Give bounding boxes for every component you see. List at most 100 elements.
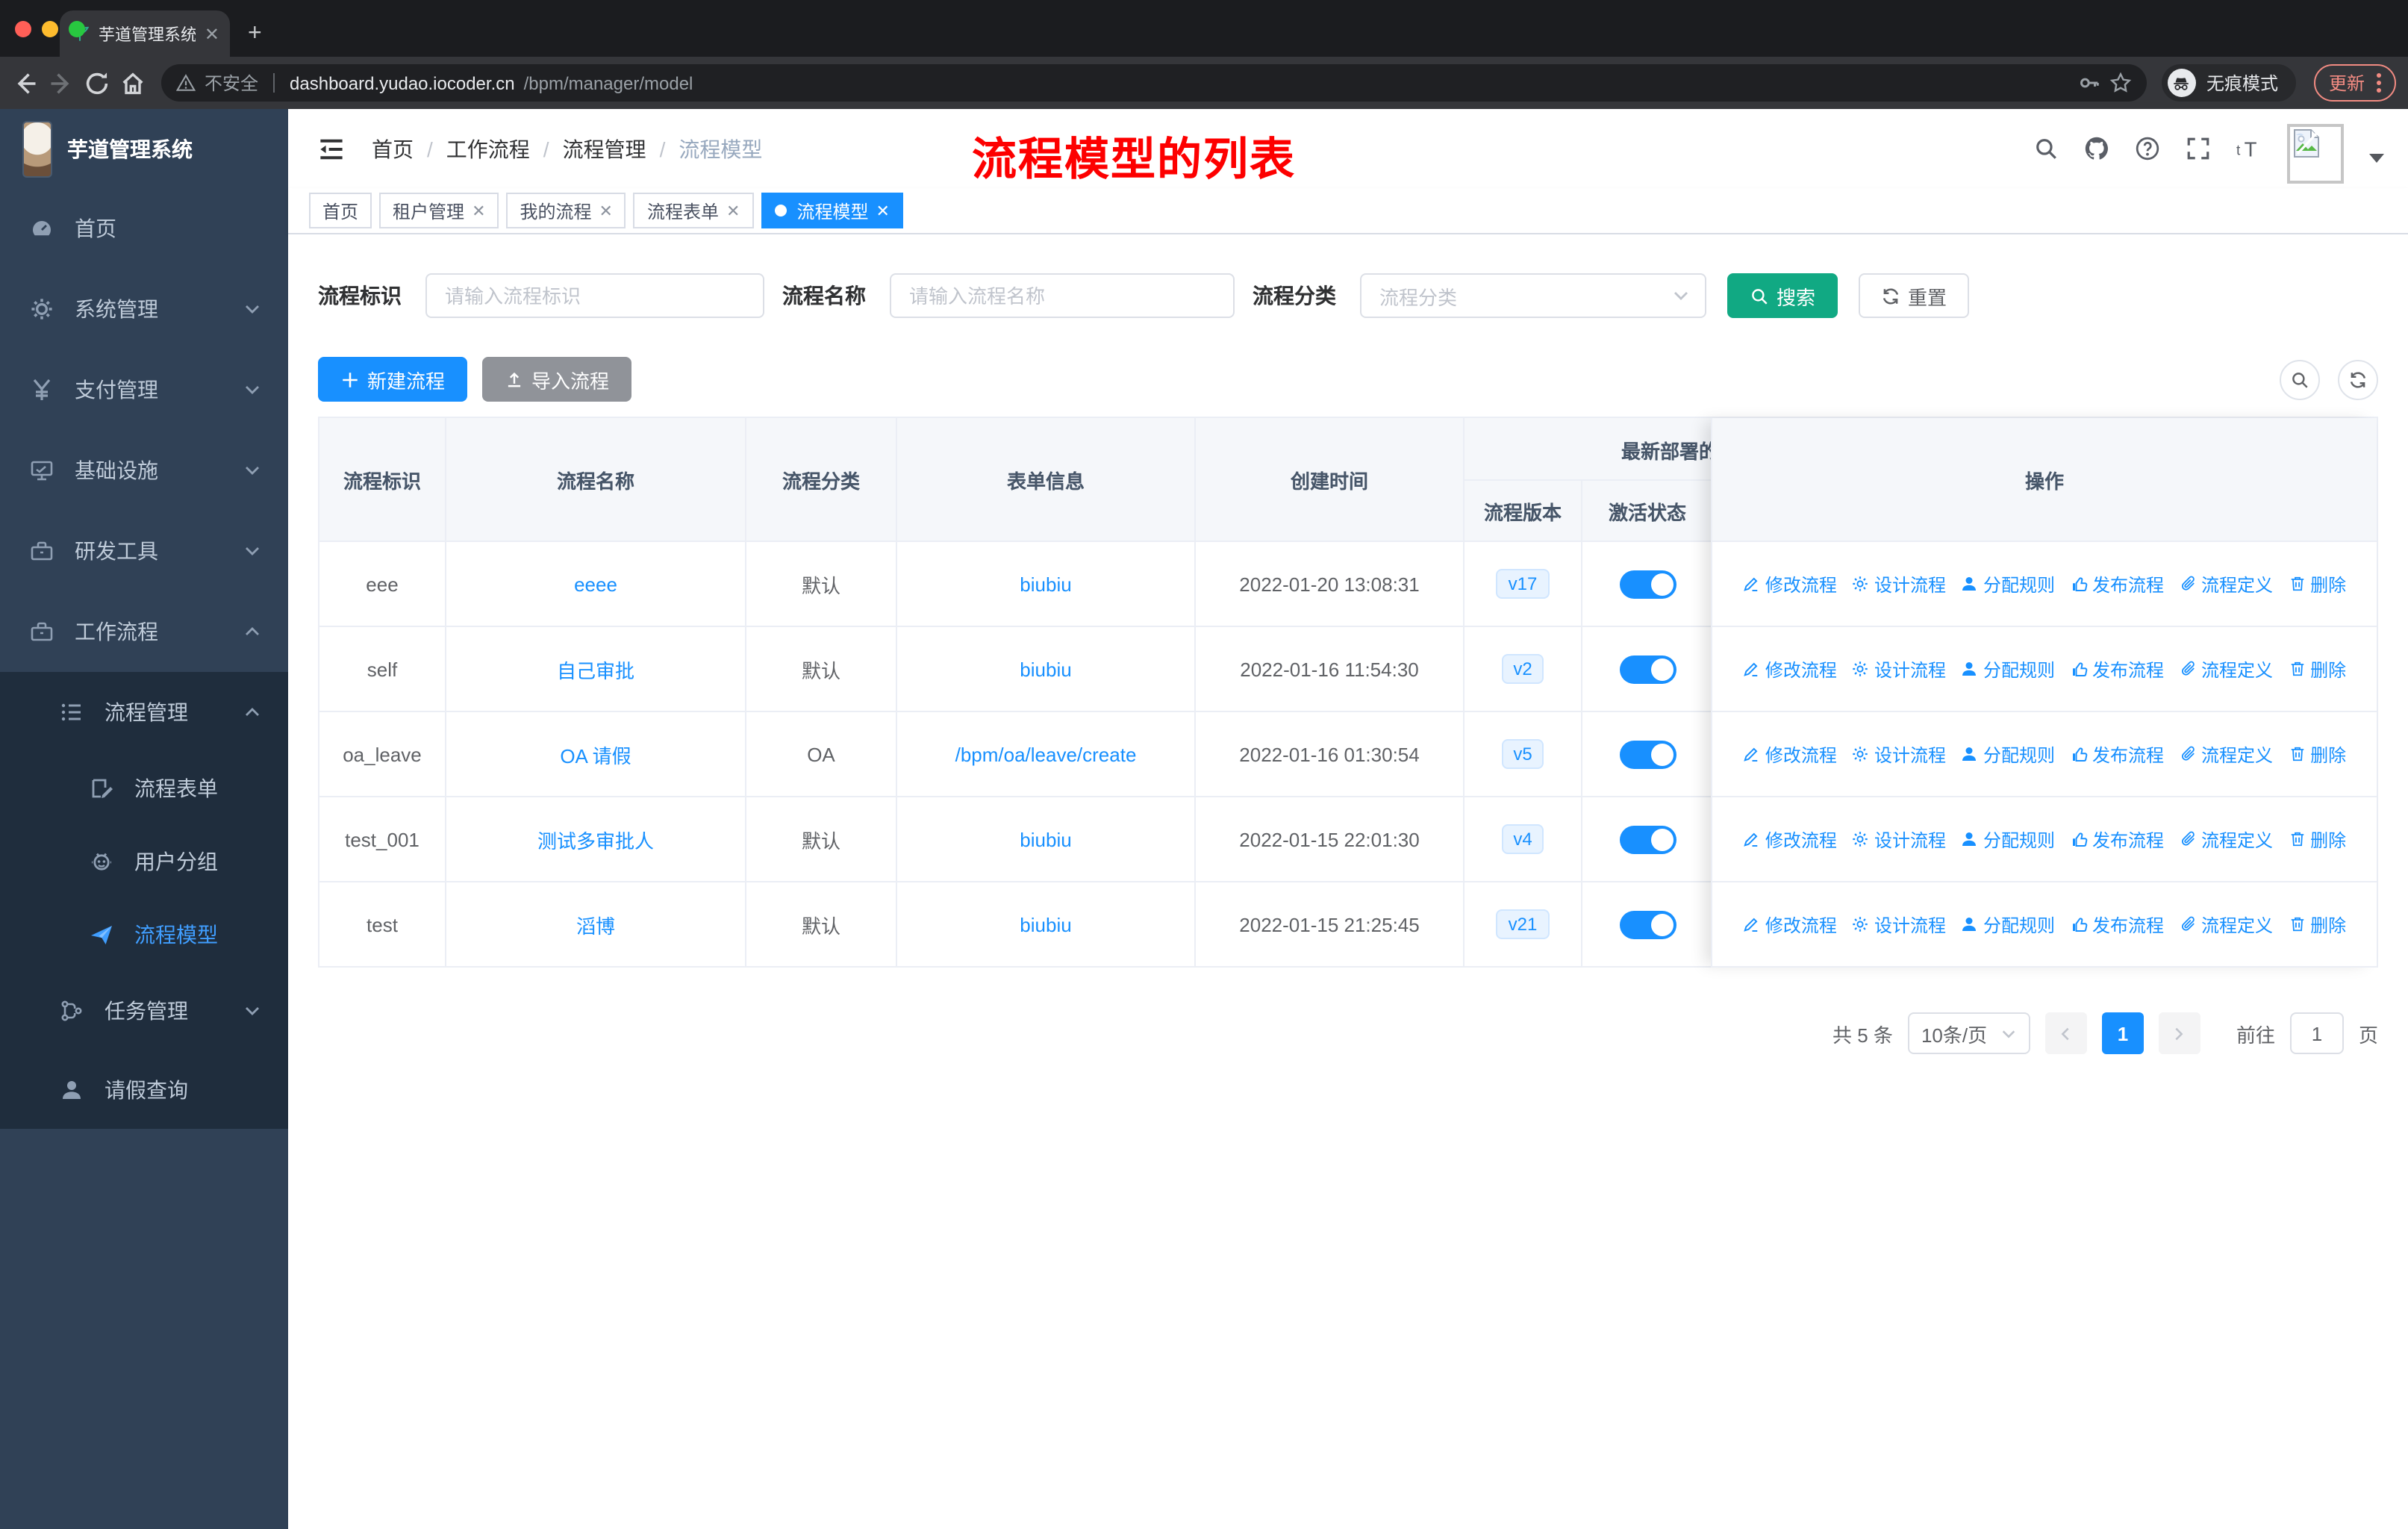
sidebar-item-process-management[interactable]: 流程管理 [0, 672, 288, 751]
password-key-icon[interactable] [2078, 72, 2100, 94]
goto-page-input[interactable] [2289, 1012, 2344, 1054]
github-icon[interactable] [2084, 136, 2109, 161]
import-process-button[interactable]: 导入流程 [482, 357, 632, 402]
sidebar-item-workflow[interactable]: 工作流程 [0, 591, 288, 672]
publish-process-link[interactable]: 发布流程 [2070, 826, 2164, 852]
tag-my-process[interactable]: 我的流程 ✕ [506, 193, 626, 228]
sidebar-item-infrastructure[interactable]: 基础设施 [0, 430, 288, 511]
new-tab-button[interactable]: + [248, 21, 262, 48]
tag-home[interactable]: 首页 [309, 193, 372, 228]
breadcrumb-process-management[interactable]: 流程管理 [563, 134, 646, 164]
forward-icon[interactable] [48, 69, 75, 96]
sidebar-item-process-form[interactable]: 流程表单 [0, 751, 288, 824]
delete-link[interactable]: 删除 [2288, 826, 2346, 852]
home-icon[interactable] [119, 69, 146, 96]
sidebar-item-home[interactable]: 首页 [0, 188, 288, 269]
show-search-button[interactable] [2280, 359, 2320, 399]
assign-rule-link[interactable]: 分配规则 [1961, 741, 2055, 767]
delete-link[interactable]: 删除 [2288, 656, 2346, 682]
delete-link[interactable]: 删除 [2288, 571, 2346, 597]
active-toggle[interactable] [1619, 910, 1676, 938]
process-definition-link[interactable]: 流程定义 [2179, 656, 2273, 682]
publish-process-link[interactable]: 发布流程 [2070, 741, 2164, 767]
sidebar-item-process-model[interactable]: 流程模型 [0, 897, 288, 971]
maximize-window-button[interactable] [69, 21, 85, 37]
refresh-table-button[interactable] [2338, 359, 2378, 399]
sidebar-item-task-management[interactable]: 任务管理 [0, 971, 288, 1050]
sidebar-item-devtools[interactable]: 研发工具 [0, 511, 288, 591]
design-process-link[interactable]: 设计流程 [1852, 656, 1946, 682]
design-process-link[interactable]: 设计流程 [1852, 571, 1946, 597]
edit-process-link[interactable]: 修改流程 [1743, 826, 1837, 852]
process-definition-link[interactable]: 流程定义 [2179, 826, 2273, 852]
back-icon[interactable] [12, 69, 39, 96]
process-name-link[interactable]: OA 请假 [560, 740, 631, 768]
process-name-input[interactable] [890, 273, 1235, 318]
delete-link[interactable]: 删除 [2288, 912, 2346, 937]
tag-process-form[interactable]: 流程表单 ✕ [633, 193, 754, 228]
delete-link[interactable]: 删除 [2288, 741, 2346, 767]
tag-process-model[interactable]: 流程模型 ✕ [761, 193, 903, 228]
page-size-select[interactable]: 10条/页 [1907, 1012, 2030, 1054]
form-info-link[interactable]: biubiu [1020, 573, 1071, 595]
design-process-link[interactable]: 设计流程 [1852, 741, 1946, 767]
edit-process-link[interactable]: 修改流程 [1743, 741, 1837, 767]
process-definition-link[interactable]: 流程定义 [2179, 912, 2273, 937]
browser-menu-icon[interactable] [2377, 73, 2381, 93]
prev-page-button[interactable] [2044, 1012, 2087, 1054]
address-bar[interactable]: 不安全 dashboard.yudao.iocoder.cn/bpm/manag… [161, 64, 2147, 102]
browser-update-button[interactable]: 更新 [2313, 64, 2396, 102]
active-toggle[interactable] [1619, 740, 1676, 768]
edit-process-link[interactable]: 修改流程 [1743, 571, 1837, 597]
sidebar-item-payment[interactable]: 支付管理 [0, 349, 288, 430]
help-icon[interactable] [2135, 136, 2160, 161]
close-icon[interactable]: ✕ [726, 201, 740, 220]
tag-tenant-management[interactable]: 租户管理 ✕ [379, 193, 499, 228]
close-icon[interactable]: ✕ [599, 201, 613, 220]
sidebar-collapse-icon[interactable] [318, 135, 345, 162]
process-name-link[interactable]: 测试多审批人 [537, 825, 654, 853]
close-icon[interactable]: ✕ [472, 201, 485, 220]
close-icon[interactable]: ✕ [876, 201, 889, 220]
form-info-link[interactable]: biubiu [1020, 828, 1071, 850]
search-icon[interactable] [2033, 136, 2059, 161]
active-toggle[interactable] [1619, 655, 1676, 683]
process-category-select[interactable]: 流程分类 [1360, 273, 1706, 318]
user-avatar[interactable] [2287, 123, 2344, 183]
avatar-caret-down-icon[interactable] [2369, 153, 2384, 162]
sidebar-item-leave-query[interactable]: 请假查询 [0, 1050, 288, 1129]
assign-rule-link[interactable]: 分配规则 [1961, 656, 2055, 682]
reload-icon[interactable] [84, 69, 110, 96]
process-definition-link[interactable]: 流程定义 [2179, 741, 2273, 767]
form-info-link[interactable]: biubiu [1020, 913, 1071, 935]
active-toggle[interactable] [1619, 570, 1676, 598]
edit-process-link[interactable]: 修改流程 [1743, 656, 1837, 682]
close-window-button[interactable] [15, 21, 31, 37]
design-process-link[interactable]: 设计流程 [1852, 826, 1946, 852]
process-definition-link[interactable]: 流程定义 [2179, 571, 2273, 597]
font-size-icon[interactable] [2236, 136, 2262, 161]
breadcrumb-home[interactable]: 首页 [372, 134, 414, 164]
current-page-button[interactable]: 1 [2101, 1012, 2144, 1054]
process-name-link[interactable]: 自己审批 [557, 655, 634, 683]
sidebar-item-user-group[interactable]: 用户分组 [0, 824, 288, 897]
edit-process-link[interactable]: 修改流程 [1743, 912, 1837, 937]
design-process-link[interactable]: 设计流程 [1852, 912, 1946, 937]
assign-rule-link[interactable]: 分配规则 [1961, 571, 2055, 597]
fullscreen-icon[interactable] [2186, 136, 2211, 161]
process-key-input[interactable] [425, 273, 764, 318]
publish-process-link[interactable]: 发布流程 [2070, 912, 2164, 937]
next-page-button[interactable] [2158, 1012, 2200, 1054]
browser-tab[interactable]: 芋道管理系统 ✕ [60, 10, 230, 57]
process-name-link[interactable]: eeee [574, 573, 617, 595]
form-info-link[interactable]: biubiu [1020, 658, 1071, 680]
assign-rule-link[interactable]: 分配规则 [1961, 826, 2055, 852]
form-info-link[interactable]: /bpm/oa/leave/create [955, 743, 1137, 765]
active-toggle[interactable] [1619, 825, 1676, 853]
assign-rule-link[interactable]: 分配规则 [1961, 912, 2055, 937]
reset-button[interactable]: 重置 [1859, 273, 1970, 318]
process-name-link[interactable]: 滔博 [576, 910, 615, 938]
breadcrumb-workflow[interactable]: 工作流程 [446, 134, 530, 164]
sidebar-item-system[interactable]: 系统管理 [0, 269, 288, 349]
publish-process-link[interactable]: 发布流程 [2070, 656, 2164, 682]
